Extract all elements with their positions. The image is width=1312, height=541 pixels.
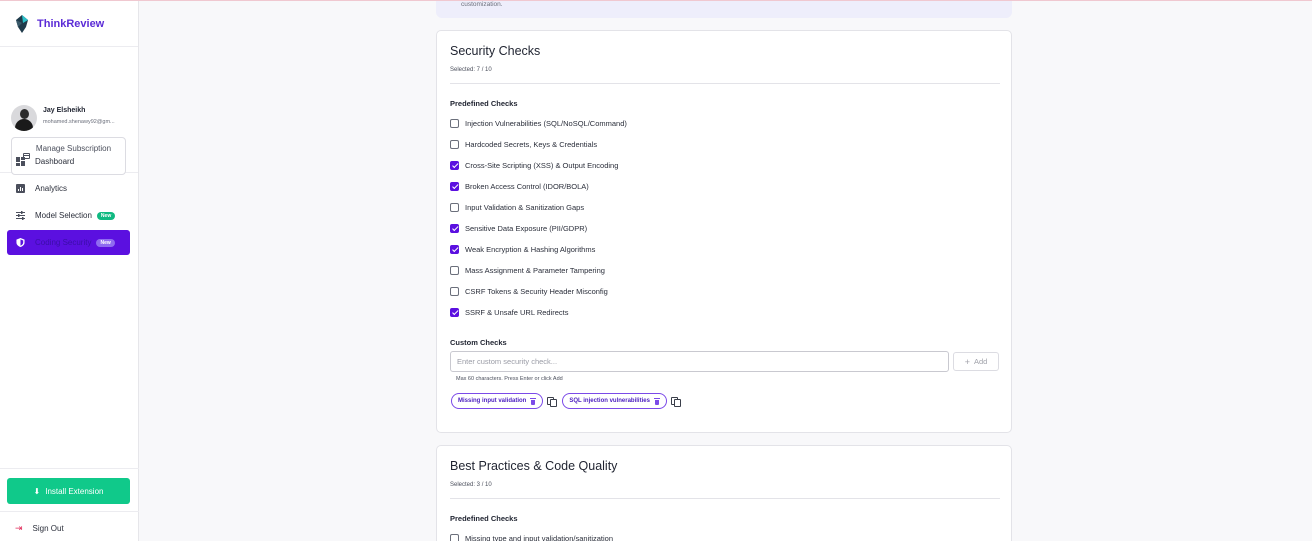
check-label: Input Validation & Sanitization Gaps <box>465 202 585 212</box>
divider <box>450 498 1000 499</box>
check-label: Sensitive Data Exposure (PII/GDPR) <box>465 223 588 233</box>
download-icon: ⬇ <box>33 486 41 496</box>
checkbox[interactable] <box>450 139 459 149</box>
check-label: Broken Access Control (IDOR/BOLA) <box>465 181 589 191</box>
check-label: Missing type and input validation/saniti… <box>465 533 614 541</box>
check-label: Hardcoded Secrets, Keys & Credentials <box>465 139 598 149</box>
sidebar-item-coding-security[interactable]: Coding Security New <box>7 230 130 255</box>
sidebar-item-label: Coding Security <box>35 238 92 247</box>
check-item[interactable]: Injection Vulnerabilities (SQL/NoSQL/Com… <box>450 117 627 129</box>
analytics-icon <box>16 184 25 193</box>
check-item[interactable]: Input Validation & Sanitization Gaps <box>450 201 584 213</box>
checkbox[interactable] <box>450 223 459 233</box>
input-hint: Max 60 characters. Press Enter or click … <box>456 376 563 382</box>
check-item[interactable]: CSRF Tokens & Security Header Misconfig <box>450 285 608 297</box>
tag-label: Missing input validation <box>458 398 527 404</box>
check-label: Injection Vulnerabilities (SQL/NoSQL/Com… <box>465 118 627 128</box>
info-banner-text: customization. <box>461 1 503 8</box>
sliders-icon <box>16 211 25 220</box>
info-banner: customization. <box>436 1 1012 18</box>
checkbox[interactable] <box>450 307 459 317</box>
brand[interactable]: ThinkReview <box>0 1 138 47</box>
sidebar-item-analytics[interactable]: Analytics <box>7 176 130 201</box>
install-area: ⬇ Install Extension <box>0 468 139 512</box>
copy-icon[interactable] <box>670 396 681 407</box>
checkbox[interactable] <box>450 118 459 128</box>
custom-tag[interactable]: Missing input validation <box>451 393 544 409</box>
best-practices-card: Best Practices & Code Quality Selected: … <box>436 445 1012 541</box>
divider <box>450 83 1000 84</box>
custom-tag[interactable]: SQL injection vulnerabilities <box>562 393 667 409</box>
predefined-checks-label: Predefined Checks <box>450 99 518 108</box>
brand-name: ThinkReview <box>37 17 105 30</box>
check-item[interactable]: Weak Encryption & Hashing Algorithms <box>450 243 595 255</box>
checkbox[interactable] <box>450 286 459 296</box>
custom-check-input[interactable] <box>450 351 949 372</box>
logo-icon <box>16 14 28 33</box>
new-badge: New <box>96 238 115 247</box>
check-item[interactable]: Sensitive Data Exposure (PII/GDPR) <box>450 222 587 234</box>
card-title: Security Checks <box>450 44 541 58</box>
add-label: Add <box>973 357 988 366</box>
new-badge: New <box>96 211 116 220</box>
sign-out-label: Sign Out <box>32 524 64 533</box>
custom-checks-label: Custom Checks <box>450 338 507 347</box>
install-extension-button[interactable]: ⬇ Install Extension <box>7 478 130 504</box>
avatar <box>11 105 37 131</box>
tag-label: SQL injection vulnerabilities <box>569 398 650 404</box>
check-item[interactable]: Cross-Site Scripting (XSS) & Output Enco… <box>450 159 618 171</box>
selected-count: Selected: 7 / 10 <box>450 67 492 73</box>
checkbox[interactable] <box>450 181 459 191</box>
dashboard-icon <box>16 157 25 166</box>
sidebar-item-dashboard[interactable]: Dashboard <box>7 149 130 174</box>
trash-icon[interactable] <box>530 397 537 405</box>
trash-icon[interactable] <box>653 397 660 405</box>
check-item[interactable]: Mass Assignment & Parameter Tampering <box>450 264 605 276</box>
sidebar: ThinkReview Jay Elsheikh mohamed.shenawy… <box>0 1 139 541</box>
security-checks-card: Security Checks Selected: 7 / 10 Predefi… <box>436 30 1012 433</box>
checkbox[interactable] <box>450 202 459 212</box>
install-extension-label: Install Extension <box>45 486 104 496</box>
check-item[interactable]: SSRF & Unsafe URL Redirects <box>450 306 569 318</box>
sidebar-item-label: Model Selection <box>35 211 92 220</box>
sidebar-item-label: Analytics <box>35 184 68 193</box>
sidebar-item-label: Dashboard <box>35 157 75 166</box>
sign-out-icon: ⇥ <box>15 523 23 533</box>
shield-icon <box>16 238 25 247</box>
checkbox[interactable] <box>450 244 459 254</box>
check-label: SSRF & Unsafe URL Redirects <box>465 307 569 317</box>
sidebar-nav: Dashboard Analytics Model Selection New … <box>7 149 130 257</box>
check-item[interactable]: Broken Access Control (IDOR/BOLA) <box>450 180 589 192</box>
checkbox[interactable] <box>450 533 459 541</box>
custom-tags: Missing input validation SQL injection v… <box>451 393 686 409</box>
check-label: Mass Assignment & Parameter Tampering <box>465 265 605 275</box>
add-button[interactable]: + Add <box>953 352 999 371</box>
sidebar-item-model-selection[interactable]: Model Selection New <box>7 203 130 228</box>
user-email: mohamed.shenawy92@gm... <box>43 119 115 125</box>
user-name: Jay Elsheikh <box>43 107 86 114</box>
check-label: Weak Encryption & Hashing Algorithms <box>465 244 596 254</box>
check-item[interactable]: Hardcoded Secrets, Keys & Credentials <box>450 138 597 150</box>
checkbox[interactable] <box>450 265 459 275</box>
sign-out-link[interactable]: ⇥ Sign Out <box>15 523 64 534</box>
predefined-checks-label: Predefined Checks <box>450 514 518 523</box>
check-item[interactable]: Missing type and input validation/saniti… <box>450 532 613 541</box>
check-label: Cross-Site Scripting (XSS) & Output Enco… <box>465 160 619 170</box>
checkbox[interactable] <box>450 160 459 170</box>
card-title: Best Practices & Code Quality <box>450 459 618 473</box>
plus-icon: + <box>964 356 970 367</box>
selected-count: Selected: 3 / 10 <box>450 482 492 488</box>
copy-icon[interactable] <box>547 396 558 407</box>
check-label: CSRF Tokens & Security Header Misconfig <box>465 286 608 296</box>
